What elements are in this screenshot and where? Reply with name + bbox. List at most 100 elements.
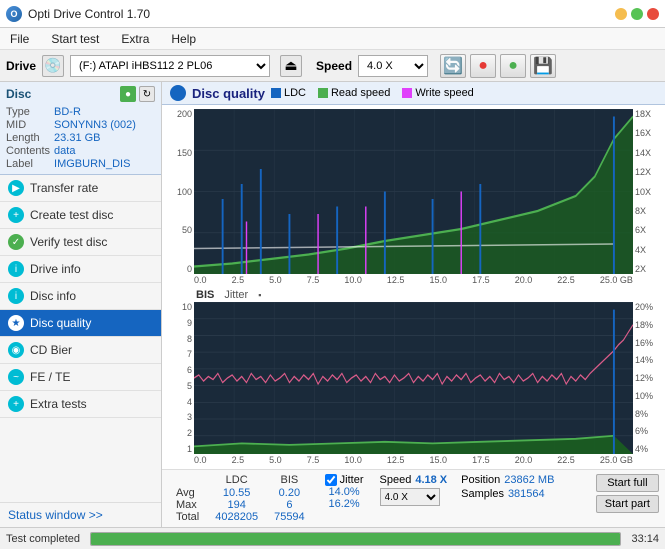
jitter-avg: 14.0% [328,486,359,498]
nav-disc-quality[interactable]: ★ Disc quality [0,310,161,337]
eject-button[interactable]: ⏏ [280,55,302,77]
samples-value: 381564 [508,488,545,500]
read-speed-legend-label: Read speed [331,87,390,99]
menu-bar: File Start test Extra Help [0,28,665,50]
progress-container [90,532,621,546]
chart-area: Disc quality LDC Read speed Write speed [162,82,665,527]
stats-table: LDC BIS Avg 10.55 0.20 Max 194 6 [168,474,313,523]
stats-row-max: Max 194 6 [168,499,313,511]
disc-mid-key: MID [6,119,50,131]
jitter-checkbox[interactable] [325,474,337,486]
window-controls [615,8,659,20]
stats-row-avg: Avg 10.55 0.20 [168,487,313,499]
red-button[interactable]: ● [470,54,496,78]
upper-chart-svg [194,109,633,274]
start-buttons: Start full Start part [596,474,659,513]
fe-te-icon: ~ [8,369,24,385]
jitter-section: Jitter 14.0% 16.2% [325,474,364,510]
progress-bar [91,533,620,545]
upper-y-axis-left: 200 150 100 50 0 [166,109,194,274]
ldc-legend-dot [271,88,281,98]
write-speed-legend-dot [402,88,412,98]
disc-refresh[interactable]: ↻ [139,86,155,102]
disc-mid-val: SONYNN3 (002) [54,119,155,131]
lower-chart-wrapper: 10 9 8 7 6 5 4 3 2 1 [166,302,661,454]
speed-select[interactable]: 4.0 X [358,55,428,77]
disc-type-val: BD-R [54,106,155,118]
create-test-icon: + [8,207,24,223]
stats-area: LDC BIS Avg 10.55 0.20 Max 194 6 [162,469,665,527]
speed-options-select[interactable]: 4.0 X [380,488,440,506]
drive-select[interactable]: (F:) ATAPI iHBS112 2 PL06 [70,55,270,77]
drive-icon: 💿 [42,55,64,77]
disc-info-title: Disc [6,87,31,101]
start-full-button[interactable]: Start full [596,474,659,492]
menu-start-test[interactable]: Start test [45,30,105,48]
drive-label: Drive [6,59,36,73]
start-part-button[interactable]: Start part [596,495,659,513]
menu-extra[interactable]: Extra [115,30,155,48]
ldc-legend-label: LDC [284,87,306,99]
nav-create-test-disc[interactable]: + Create test disc [0,202,161,229]
status-text: Test completed [6,533,80,545]
lower-y-axis-left: 10 9 8 7 6 5 4 3 2 1 [166,302,194,454]
position-samples-section: Position 23862 MB Samples 381564 [461,474,554,500]
nav-verify-test-disc[interactable]: ✓ Verify test disc [0,229,161,256]
transfer-rate-icon: ▶ [8,180,24,196]
title-bar: O Opti Drive Control 1.70 [0,0,665,28]
disc-contents-key: Contents [6,145,50,157]
ldc-header: LDC [207,474,266,487]
position-value: 23862 MB [504,474,554,486]
disc-label-key: Label [6,158,50,170]
status-bar: Test completed 33:14 [0,527,665,549]
nav-fe-te[interactable]: ~ FE / TE [0,364,161,391]
minimize-button[interactable] [615,8,627,20]
disc-length-val: 23.31 GB [54,132,155,144]
disc-contents-val[interactable]: data [54,145,155,157]
jitter-label-lower: Jitter [224,289,248,301]
chart-title: Disc quality [192,86,265,101]
chart-title-bar: Disc quality LDC Read speed Write speed [162,82,665,105]
maximize-button[interactable] [631,8,643,20]
speed-value: 4.18 X [415,474,447,486]
main-layout: Disc ● ↻ Type BD-R MID SONYNN3 (002) Len… [0,82,665,527]
disc-info-panel: Disc ● ↻ Type BD-R MID SONYNN3 (002) Len… [0,82,161,175]
menu-file[interactable]: File [4,30,35,48]
save-button[interactable]: 💾 [530,54,556,78]
app-title: Opti Drive Control 1.70 [28,7,150,21]
upper-y-axis-right: 18X 16X 14X 12X 10X 8X 6X 4X 2X [633,109,661,274]
nav-extra-tests[interactable]: + Extra tests [0,391,161,418]
disc-label-val: IMGBURN_DIS [54,158,155,170]
status-window-btn[interactable]: Status window >> [0,502,161,527]
menu-help[interactable]: Help [165,30,202,48]
nav-cd-bier[interactable]: ◉ CD Bier [0,337,161,364]
refresh-button[interactable]: 🔄 [440,54,466,78]
disc-icon: ● [120,86,136,102]
charts-container: 200 150 100 50 0 [162,105,665,469]
app-icon: O [6,6,22,22]
chart-icon [170,85,186,101]
jitter-max: 16.2% [328,498,359,510]
upper-chart-section: 200 150 100 50 0 [166,109,661,285]
chart-legend: LDC Read speed Write speed [271,87,474,99]
bis-label: BIS [196,289,214,301]
stats-row-total: Total 4028205 75594 [168,511,313,523]
verify-icon: ✓ [8,234,24,250]
nav-drive-info[interactable]: i Drive info [0,256,161,283]
speed-label: Speed [316,59,352,73]
close-button[interactable] [647,8,659,20]
lower-x-axis: 0.0 2.5 5.0 7.5 10.0 12.5 15.0 17.5 20.0… [166,454,661,465]
cd-bier-icon: ◉ [8,342,24,358]
extra-tests-icon: + [8,396,24,412]
disc-info-grid: Type BD-R MID SONYNN3 (002) Length 23.31… [6,106,155,170]
nav-disc-info[interactable]: i Disc info [0,283,161,310]
sidebar: Disc ● ↻ Type BD-R MID SONYNN3 (002) Len… [0,82,162,527]
write-speed-legend-label: Write speed [415,87,474,99]
upper-chart-wrapper: 200 150 100 50 0 [166,109,661,274]
lower-chart-svg [194,302,633,454]
nav-transfer-rate[interactable]: ▶ Transfer rate [0,175,161,202]
jitter-dot: ▪ [258,290,261,300]
speed-section: Speed 4.18 X 4.0 X [380,474,448,506]
green-button[interactable]: ● [500,54,526,78]
disc-type-key: Type [6,106,50,118]
